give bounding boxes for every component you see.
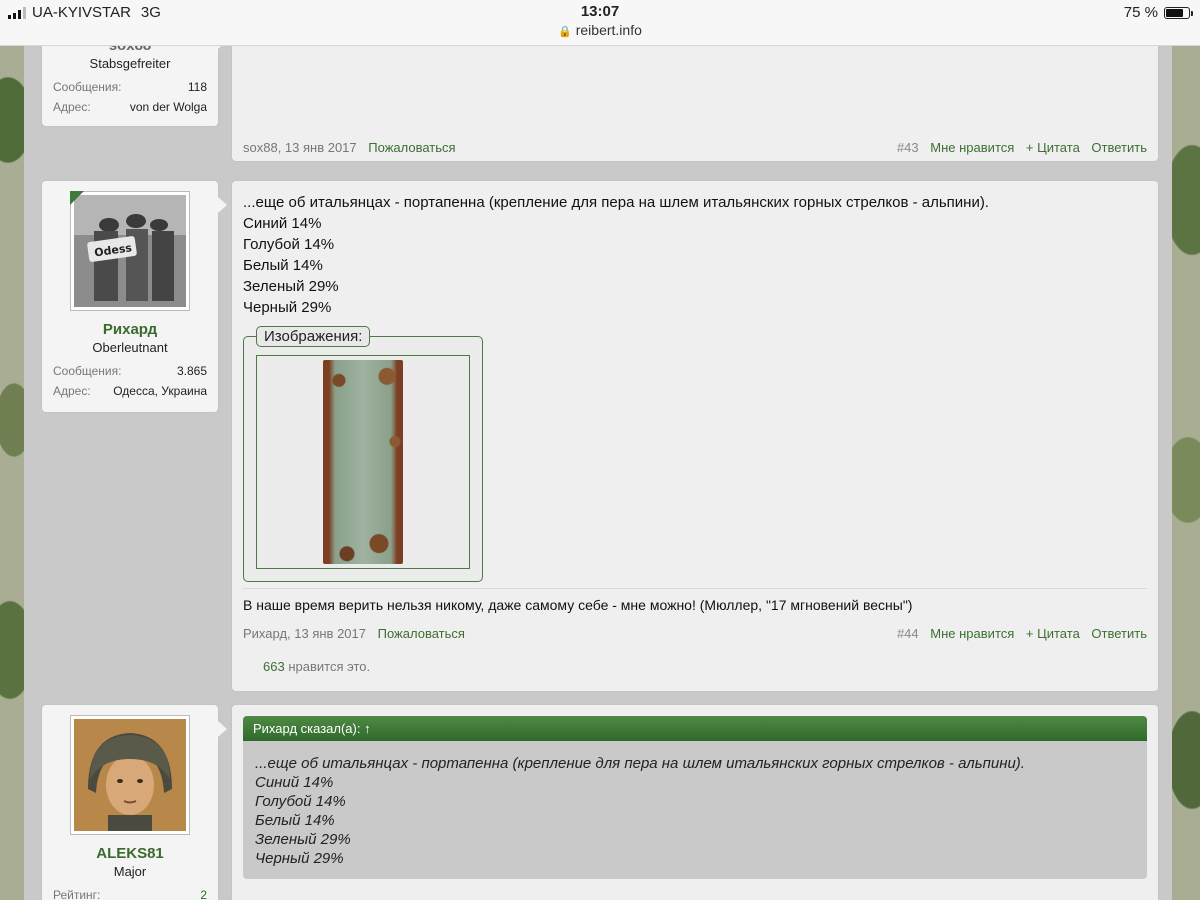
stat-value-link[interactable]: 2 xyxy=(200,888,207,900)
stat-value: 118 xyxy=(187,80,207,94)
attachment-thumbnail[interactable] xyxy=(256,355,470,569)
post-number-link[interactable]: #44 xyxy=(897,626,919,641)
address-bar[interactable]: 🔒 reibert.info xyxy=(0,22,1200,38)
stat-value: von der Wolga xyxy=(129,100,207,114)
stat-label: Сообщения: xyxy=(53,364,122,378)
status-bar: UA-KYIVSTAR 3G 13:07 🔒 reibert.info 75 % xyxy=(0,0,1200,46)
user-stat: Сообщения: 118 xyxy=(42,80,218,94)
quote-line: Зеленый 29% xyxy=(255,831,351,848)
status-right: 75 % xyxy=(1123,4,1193,21)
user-stat: Рейтинг: 2 xyxy=(42,888,218,900)
quote-header[interactable]: Рихард сказал(а): ↑ xyxy=(243,716,1147,741)
message-line: Зеленый 29% xyxy=(243,278,339,295)
quote-author[interactable]: Рихард сказал(а): ↑ xyxy=(253,721,371,736)
avatar-image xyxy=(74,719,186,831)
attachments-label: Изображения: xyxy=(256,326,371,347)
user-title: Major xyxy=(113,864,147,879)
stat-label: Рейтинг: xyxy=(53,888,101,900)
user-info: Odess Рихард Oberleutnant Сообщения: 3.8… xyxy=(41,180,227,413)
clock: 13:07 xyxy=(580,3,620,20)
message-line: Голубой 14% xyxy=(243,236,335,253)
reply-link[interactable]: Ответить xyxy=(1091,140,1147,155)
author-date[interactable]: sox88, 13 янв 2017 xyxy=(243,140,357,155)
post-number-link[interactable]: #43 xyxy=(897,140,919,155)
user-stat: Адрес: von der Wolga xyxy=(42,100,218,114)
quote-body: ...еще об итальянцах - портапенна (крепл… xyxy=(243,741,1147,879)
thread-page: sox88 Stabsgefreiter Сообщения: 118 Адре… xyxy=(24,16,1172,900)
stat-label: Сообщения: xyxy=(53,80,122,94)
message-meta: Рихард, 13 янв 2017 Пожаловаться #44 Мне… xyxy=(243,626,1147,641)
message-line: Белый 14% xyxy=(243,257,323,274)
quote-line: Голубой 14% xyxy=(255,793,346,810)
online-indicator xyxy=(70,191,84,205)
reply-link[interactable]: Ответить xyxy=(1091,626,1147,641)
user-info: ALEKS81 Major Рейтинг: 2 xyxy=(41,704,227,900)
likes-text: нравится это. xyxy=(288,659,371,674)
username-link[interactable]: ALEKS81 xyxy=(42,845,218,862)
avatar[interactable]: Odess xyxy=(70,191,190,311)
username-link[interactable]: Рихард xyxy=(42,321,218,338)
avatar[interactable] xyxy=(70,715,190,835)
user-title: Oberleutnant xyxy=(92,340,168,355)
stat-label: Адрес: xyxy=(53,100,91,114)
message-text: ...еще об итальянцах - портапенна (крепл… xyxy=(232,181,1158,318)
message-line: Черный 29% xyxy=(243,299,332,316)
report-link[interactable]: Пожаловаться xyxy=(378,626,465,641)
url-text: reibert.info xyxy=(575,22,642,38)
user-stat: Адрес: Одесса, Украина xyxy=(42,384,218,398)
stat-value: 3.865 xyxy=(176,364,207,378)
message-line: Синий 14% xyxy=(243,215,322,232)
like-link[interactable]: Мне нравится xyxy=(930,626,1014,641)
lock-icon: 🔒 xyxy=(558,26,572,38)
stat-label: Адрес: xyxy=(53,384,91,398)
user-title: Stabsgefreiter xyxy=(89,56,171,71)
likes-count-link[interactable]: 663 xyxy=(263,659,285,674)
avatar-image: Odess xyxy=(74,195,186,307)
message-body: Рихард сказал(а): ↑ ...еще об итальянцах… xyxy=(231,704,1159,900)
signature-divider xyxy=(243,588,1147,589)
quote-link[interactable]: + Цитата xyxy=(1026,140,1080,155)
quote-link[interactable]: + Цитата xyxy=(1026,626,1080,641)
quote-line: ...еще об итальянцах - портапенна (крепл… xyxy=(255,755,1025,772)
author-date[interactable]: Рихард, 13 янв 2017 xyxy=(243,626,366,641)
message-body: ...еще об итальянцах - портапенна (крепл… xyxy=(231,180,1159,692)
quote-line: Белый 14% xyxy=(255,812,335,829)
message-line: ...еще об итальянцах - портапенна (крепл… xyxy=(243,194,989,211)
battery-percent: 75 % xyxy=(1123,4,1158,21)
quote-line: Черный 29% xyxy=(255,850,344,867)
report-link[interactable]: Пожаловаться xyxy=(368,140,455,155)
signature-text: В наше время верить нельзя никому, даже … xyxy=(243,597,913,613)
battery-icon xyxy=(1164,6,1193,19)
stat-value: Одесса, Украина xyxy=(113,384,207,398)
likes-summary: 663 нравится это. xyxy=(263,659,370,674)
quote-line: Синий 14% xyxy=(255,774,334,791)
like-link[interactable]: Мне нравится xyxy=(930,140,1014,155)
attachments-box: Изображения: xyxy=(243,326,483,582)
message-meta: sox88, 13 янв 2017 Пожаловаться #43 Мне … xyxy=(243,140,1147,155)
user-stat: Сообщения: 3.865 xyxy=(42,364,218,378)
attachment-image xyxy=(323,360,403,564)
status-center: 13:07 🔒 reibert.info xyxy=(0,3,1200,38)
